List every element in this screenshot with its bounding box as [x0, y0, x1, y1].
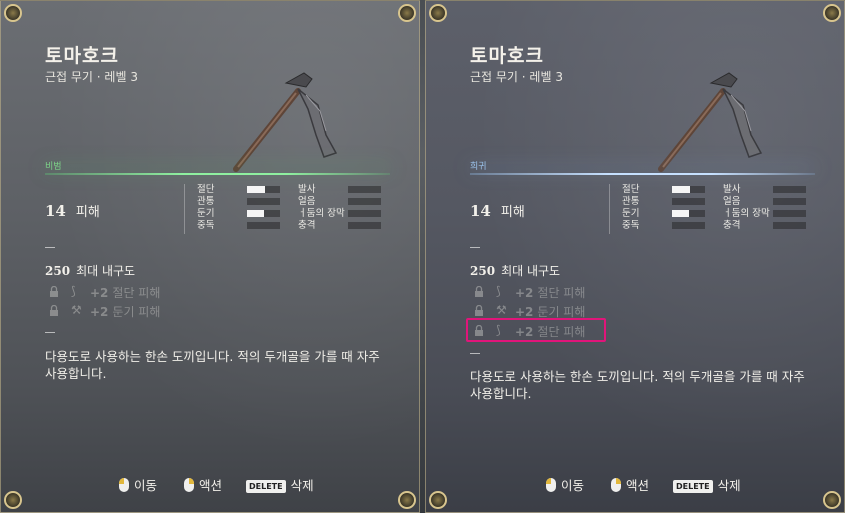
delete-hint[interactable]: DELETE 삭제: [673, 475, 741, 494]
item-subtitle: 근접 무기 · 레벨 3: [470, 70, 563, 84]
frame-corner-ornament: [398, 4, 416, 22]
left-mouse-icon: [119, 478, 129, 492]
damage-type-stats: 절단 관통 둔기 중독 발사 얼음 ㅓ둠의 장막 충격: [184, 184, 394, 234]
damage-type-stats: 절단 관통 둔기 중독 발사 얼음 ㅓ둠의 장막 충격: [609, 184, 819, 234]
lock-icon: [475, 305, 483, 316]
right-mouse-icon: [184, 478, 194, 492]
hammer-icon: ⚒: [496, 303, 507, 317]
durability-value: 250: [45, 264, 71, 278]
frame-corner-ornament: [4, 4, 22, 22]
item-title: 토마호크: [470, 45, 544, 67]
delete-hint[interactable]: DELETE 삭제: [246, 475, 314, 494]
delete-key-icon: DELETE: [673, 480, 713, 493]
hammer-icon: ⚒: [71, 303, 82, 317]
lock-icon: [50, 286, 58, 297]
item-card-left: 토마호크 근접 무기 · 레벨 3 비범 14 피해 절단 관통 둔기 중독 발사…: [0, 0, 420, 513]
frame-corner-ornament: [4, 491, 22, 509]
item-description: 다용도로 사용하는 한손 도끼입니다. 적의 두개골을 가를 때 자주 사용합니…: [45, 349, 380, 381]
damage-stat: 14 피해: [45, 201, 100, 220]
frame-corner-ornament: [823, 491, 841, 509]
footer-hints: 이동 액션 DELETE 삭제: [119, 475, 369, 493]
lock-icon: [50, 305, 58, 316]
left-mouse-icon: [546, 478, 556, 492]
highlight-annotation-box: [466, 318, 606, 342]
durability-label: 최대 내구도: [501, 264, 561, 278]
tomahawk-icon: [233, 72, 338, 172]
move-hint[interactable]: 이동: [119, 475, 157, 494]
right-mouse-icon: [611, 478, 621, 492]
section-divider: [470, 353, 480, 354]
slash-icon: ⟆: [71, 284, 76, 298]
rarity-divider: [45, 173, 390, 175]
durability-value: 250: [470, 264, 496, 278]
action-hint[interactable]: 액션: [611, 475, 649, 494]
damage-label: 피해: [75, 205, 100, 220]
item-title: 토마호크: [45, 45, 119, 67]
durability-label: 최대 내구도: [76, 264, 136, 278]
damage-label: 피해: [500, 205, 525, 220]
action-hint[interactable]: 액션: [184, 475, 222, 494]
frame-corner-ornament: [429, 491, 447, 509]
section-divider: [45, 332, 55, 333]
frame-corner-ornament: [398, 491, 416, 509]
damage-stat: 14 피해: [470, 201, 525, 220]
frame-corner-ornament: [429, 4, 447, 22]
damage-value: 14: [470, 202, 491, 220]
rarity-label: 희귀: [470, 162, 487, 172]
durability-stat: 250 최대 내구도: [470, 262, 560, 279]
rarity-label: 비범: [45, 162, 62, 172]
item-description: 다용도로 사용하는 한손 도끼입니다. 적의 두개골을 가를 때 자주 사용합니…: [470, 369, 805, 401]
rarity-divider: [470, 173, 815, 175]
section-divider: [45, 247, 55, 248]
lock-icon: [475, 286, 483, 297]
tomahawk-icon: [658, 72, 763, 172]
move-hint[interactable]: 이동: [546, 475, 584, 494]
slash-icon: ⟆: [496, 284, 501, 298]
durability-stat: 250 최대 내구도: [45, 262, 135, 279]
item-subtitle: 근접 무기 · 레벨 3: [45, 70, 138, 84]
section-divider: [470, 247, 480, 248]
footer-hints: 이동 액션 DELETE 삭제: [546, 475, 796, 493]
delete-key-icon: DELETE: [246, 480, 286, 493]
damage-value: 14: [45, 202, 66, 220]
item-card-right: 토마호크 근접 무기 · 레벨 3 희귀 14 피해 절단 관통 둔기 중독 발사…: [425, 0, 845, 513]
frame-corner-ornament: [823, 4, 841, 22]
